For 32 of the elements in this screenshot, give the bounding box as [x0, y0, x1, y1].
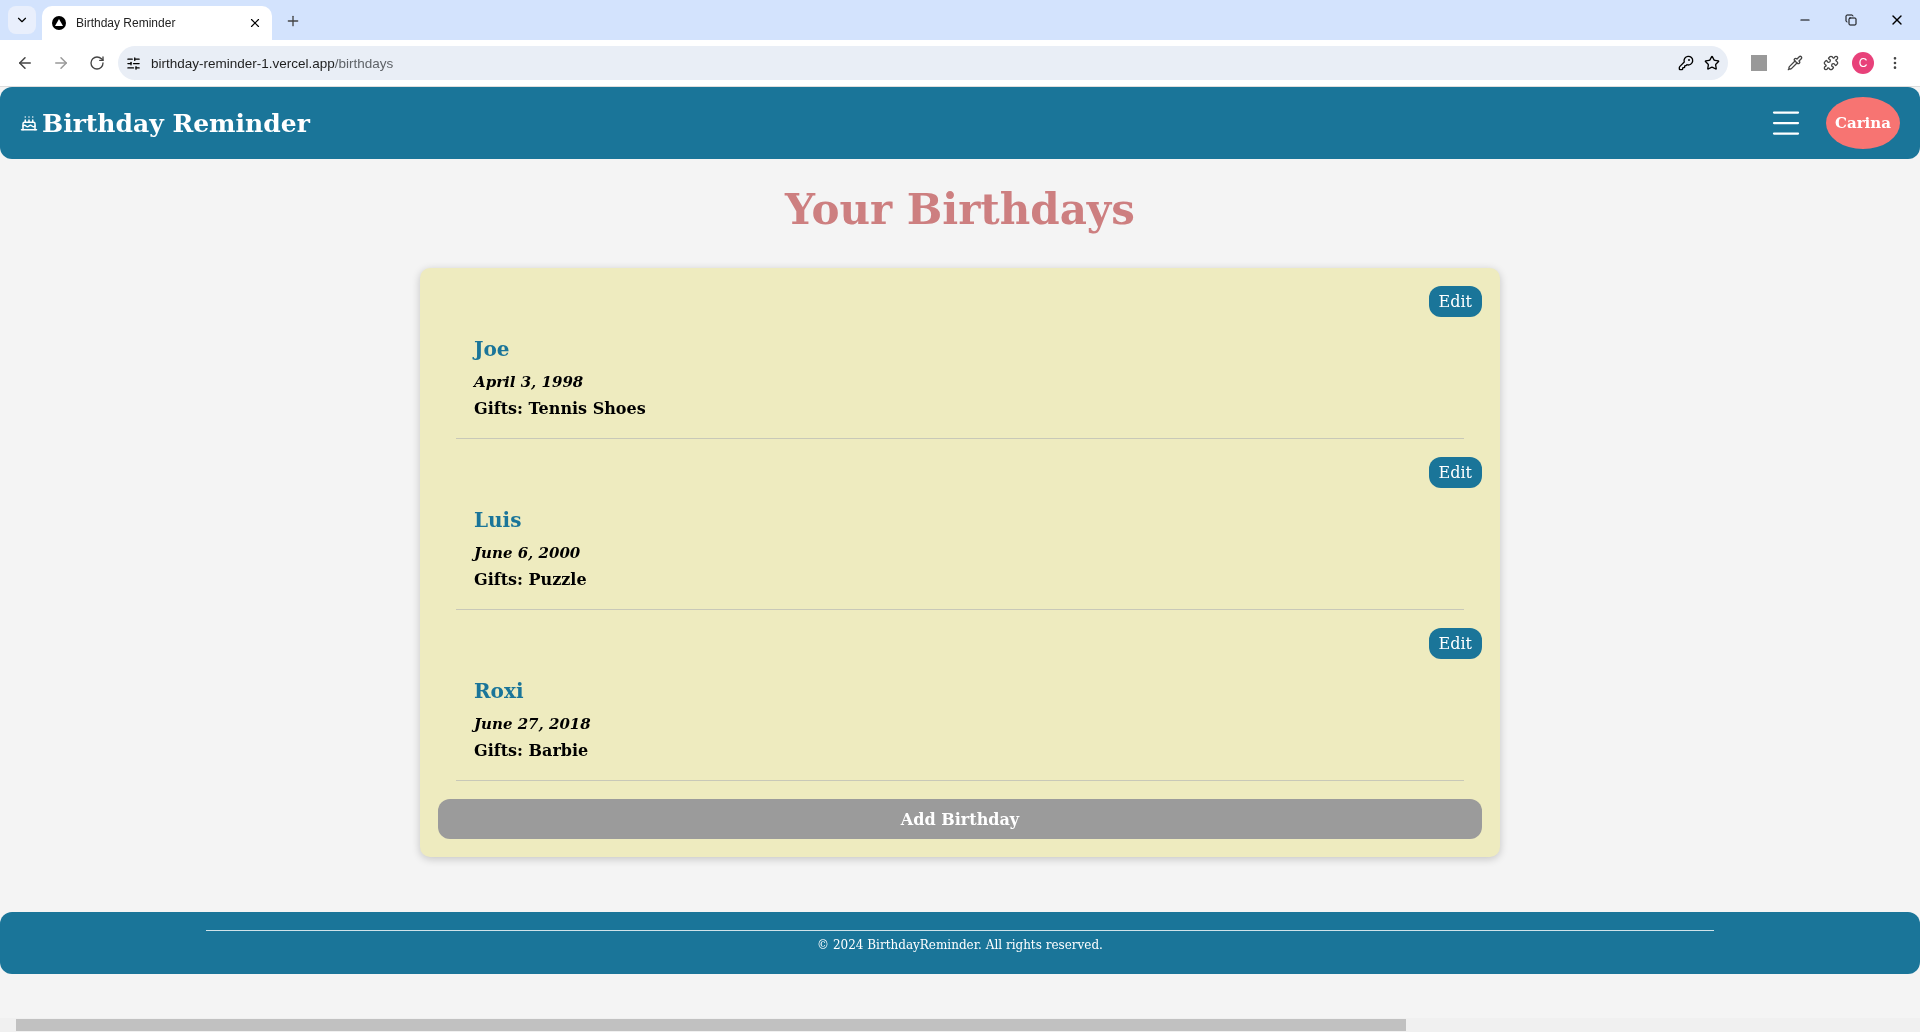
profile-avatar[interactable]: C: [1852, 52, 1874, 74]
birthday-name: Luis: [474, 508, 523, 532]
birthday-date: April 3, 1998: [474, 373, 585, 391]
app-title: Birthday Reminder: [42, 108, 310, 138]
reload-icon: [89, 55, 105, 71]
birthday-name: Joe: [474, 337, 511, 361]
restore-icon: [1845, 14, 1857, 26]
birthday-gifts: Gifts: Puzzle: [474, 570, 588, 589]
tab-title: Birthday Reminder: [76, 16, 177, 30]
birthday-gifts: Gifts: Barbie: [474, 741, 590, 760]
plus-icon: [285, 13, 301, 29]
footer-text: © 2024 BirthdayReminder. All rights reserved.: [817, 938, 1103, 952]
key-icon[interactable]: [1678, 55, 1694, 71]
user-avatar[interactable]: Carina: [1826, 97, 1900, 149]
forward-arrow-icon: [52, 54, 70, 72]
birthday-gifts: Gifts: Tennis Shoes: [474, 399, 647, 418]
cake-icon: [20, 114, 38, 132]
add-birthday-button[interactable]: Add Birthday: [438, 799, 1482, 839]
browser-tab[interactable]: Birthday Reminder: [42, 6, 272, 40]
triangle-logo-icon: [52, 16, 66, 30]
bookmark-star-icon[interactable]: [1704, 55, 1720, 71]
site-settings-icon[interactable]: [126, 55, 141, 71]
address-bar[interactable]: birthday-reminder-1.vercel.app/birthdays: [118, 46, 1728, 80]
page-title: Your Birthdays: [785, 185, 1135, 234]
close-tab-icon[interactable]: [248, 16, 262, 30]
eyedropper-icon: [1787, 55, 1803, 71]
birthday-name: Roxi: [474, 679, 525, 703]
puzzle-icon: [1823, 55, 1839, 71]
edit-button[interactable]: Edit: [1428, 457, 1482, 488]
url-text: birthday-reminder-1.vercel.app/birthdays: [151, 55, 395, 71]
edit-button[interactable]: Edit: [1428, 628, 1482, 659]
edit-button[interactable]: Edit: [1428, 286, 1482, 317]
